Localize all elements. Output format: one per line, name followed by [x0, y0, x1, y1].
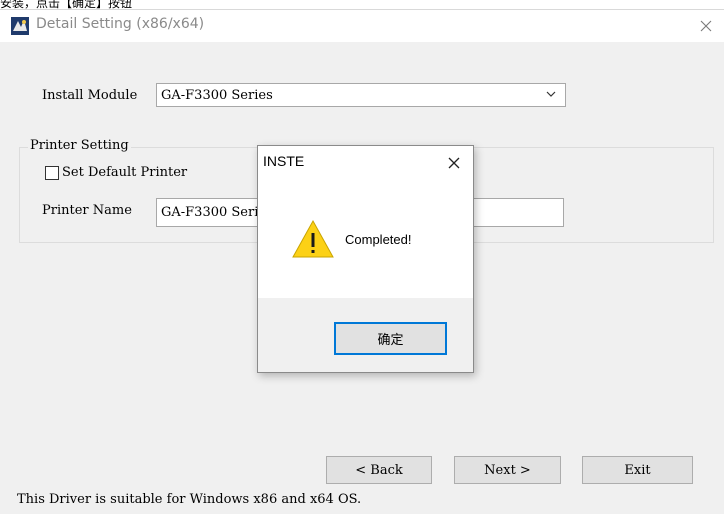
printer-name-label: Printer Name — [42, 203, 132, 218]
close-icon — [448, 157, 460, 169]
chevron-down-icon — [546, 91, 556, 97]
back-button-label: < Back — [355, 462, 403, 478]
exit-button[interactable]: Exit — [582, 456, 693, 484]
printer-setting-title: Printer Setting — [28, 138, 131, 153]
completed-dialog: INSTE Completed! 确定 — [257, 145, 474, 373]
dialog-close-button[interactable] — [442, 152, 466, 174]
footer-note: This Driver is suitable for Windows x86 … — [17, 492, 362, 507]
next-button[interactable]: Next > — [454, 456, 561, 484]
set-default-printer-checkbox[interactable]: Set Default Printer — [45, 165, 187, 180]
title-bar: Detail Setting (x86/x64) — [0, 10, 724, 42]
app-icon — [11, 17, 29, 35]
caption-text: 安装，点击【确定】按钮 — [0, 0, 133, 9]
set-default-printer-label: Set Default Printer — [62, 165, 188, 180]
ok-button[interactable]: 确定 — [334, 322, 447, 355]
close-icon — [700, 20, 712, 32]
exit-button-label: Exit — [624, 462, 651, 478]
dialog-message: Completed! — [345, 232, 412, 247]
cropped-caption: 安装，点击【确定】按钮 — [0, 0, 724, 9]
window-close-button[interactable] — [690, 12, 722, 40]
warning-icon — [292, 219, 334, 258]
install-module-label: Install Module — [42, 88, 138, 103]
checkbox-box[interactable] — [45, 165, 59, 180]
printer-name-value: GA-F3300 Series — [161, 205, 273, 220]
next-button-label: Next > — [484, 462, 531, 478]
window-title: Detail Setting (x86/x64) — [36, 16, 205, 32]
install-module-value: GA-F3300 Series — [161, 88, 273, 103]
back-button[interactable]: < Back — [326, 456, 432, 484]
dialog-title: INSTE — [263, 153, 305, 169]
install-module-select[interactable]: GA-F3300 Series — [156, 83, 566, 107]
